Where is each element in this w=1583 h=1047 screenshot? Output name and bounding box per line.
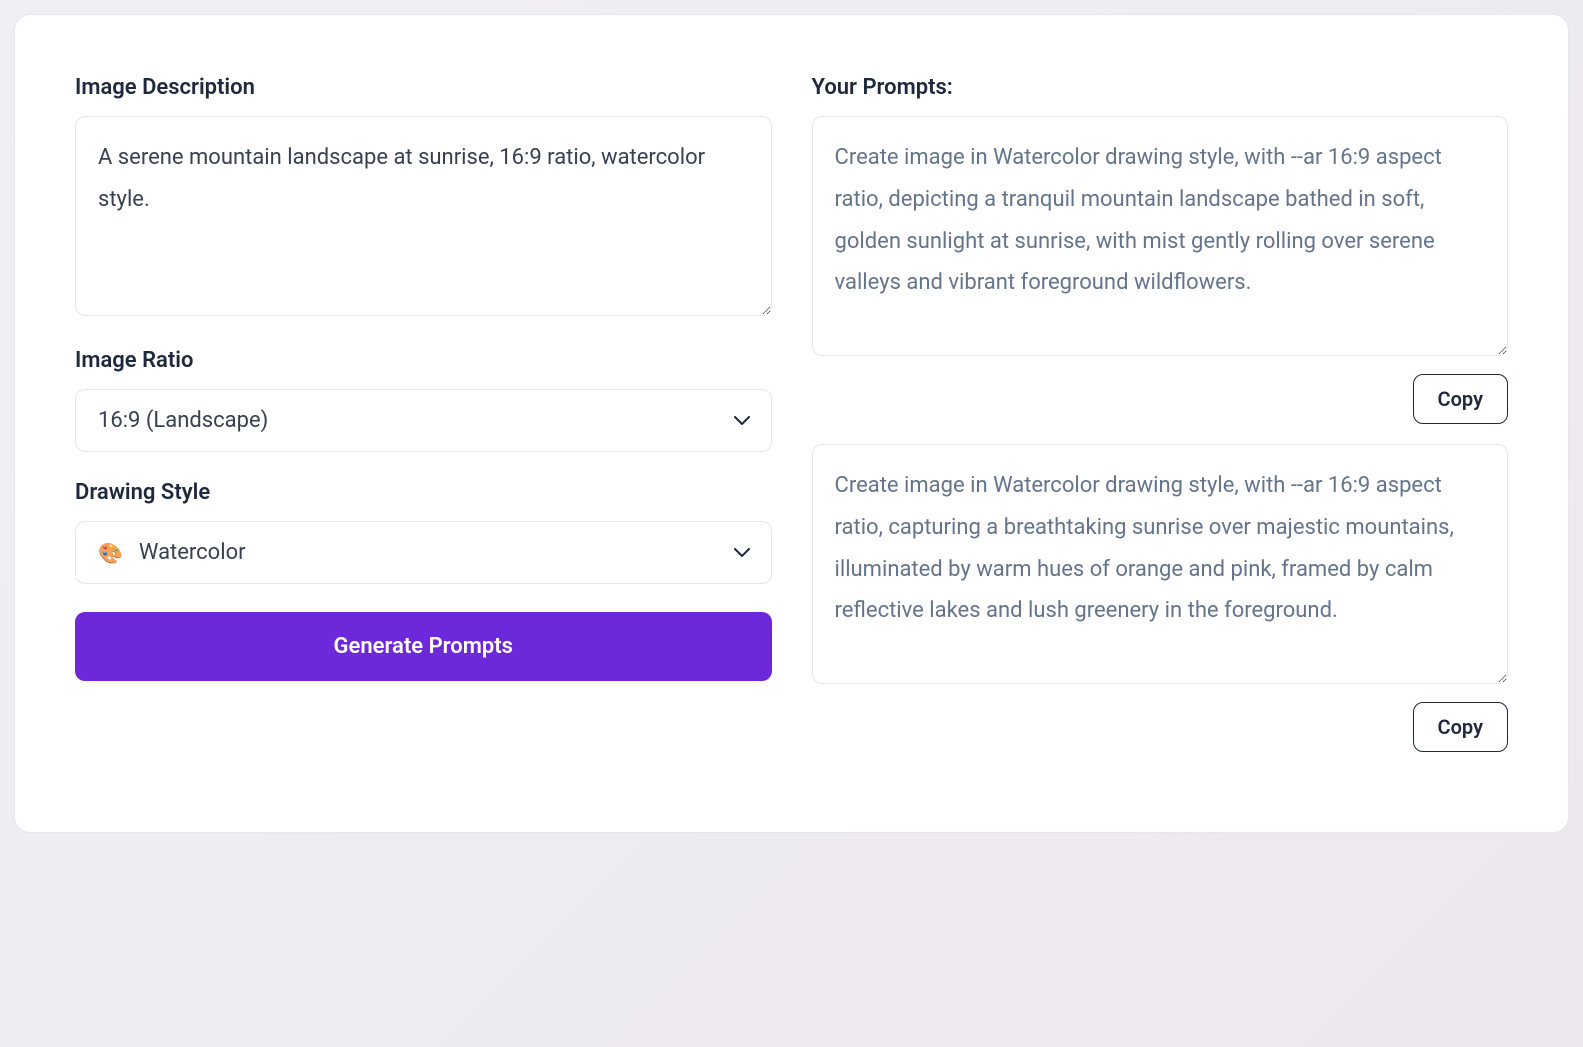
prompt-output-2: Copy xyxy=(812,444,1509,752)
output-panel: Your Prompts: Copy Copy xyxy=(812,75,1509,772)
copy-button-1[interactable]: Copy xyxy=(1413,374,1508,424)
prompt-output-1: Copy xyxy=(812,116,1509,424)
style-label: Drawing Style xyxy=(75,480,772,505)
prompts-title: Your Prompts: xyxy=(812,75,1509,100)
description-input[interactable] xyxy=(75,116,772,316)
ratio-select-wrapper: 16:9 (Landscape) xyxy=(75,389,772,452)
palette-icon: 🎨 xyxy=(98,541,123,565)
prompt-textarea-2[interactable] xyxy=(812,444,1509,684)
description-label: Image Description xyxy=(75,75,772,100)
prompt-generator-card: Image Description Image Ratio 16:9 (Land… xyxy=(14,14,1569,833)
copy-button-2[interactable]: Copy xyxy=(1413,702,1508,752)
generate-button[interactable]: Generate Prompts xyxy=(75,612,772,681)
description-field-group: Image Description xyxy=(75,75,772,320)
style-select[interactable]: 🎨 Watercolor xyxy=(75,521,772,584)
style-field-group: Drawing Style 🎨 Watercolor xyxy=(75,480,772,584)
prompt-textarea-1[interactable] xyxy=(812,116,1509,356)
ratio-label: Image Ratio xyxy=(75,348,772,373)
input-panel: Image Description Image Ratio 16:9 (Land… xyxy=(75,75,772,772)
copy-row-2: Copy xyxy=(812,702,1509,752)
style-select-wrapper: 🎨 Watercolor xyxy=(75,521,772,584)
ratio-selected-value: 16:9 (Landscape) xyxy=(98,408,268,433)
content-columns: Image Description Image Ratio 16:9 (Land… xyxy=(75,75,1508,772)
copy-row-1: Copy xyxy=(812,374,1509,424)
ratio-field-group: Image Ratio 16:9 (Landscape) xyxy=(75,348,772,452)
style-selected-value: Watercolor xyxy=(139,540,246,565)
ratio-select[interactable]: 16:9 (Landscape) xyxy=(75,389,772,452)
